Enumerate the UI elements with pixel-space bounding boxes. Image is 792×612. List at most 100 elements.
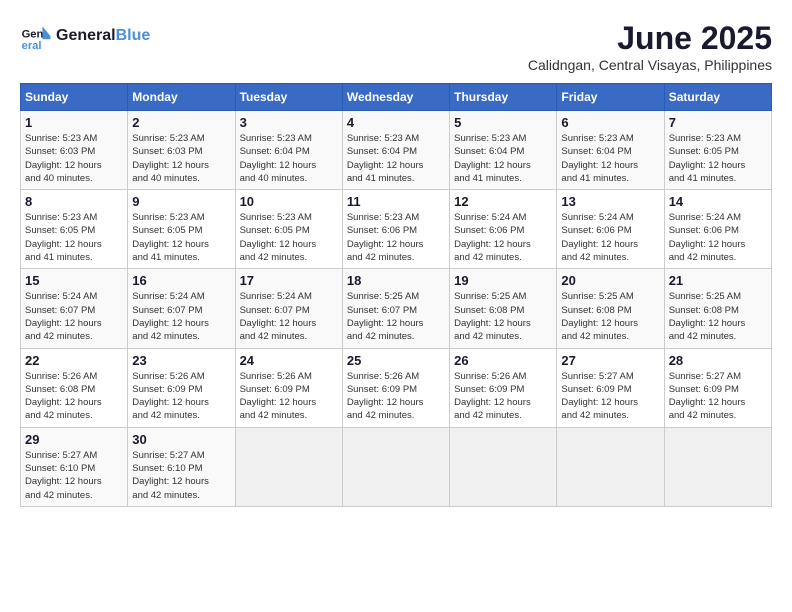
day-number: 1 bbox=[25, 115, 123, 130]
calendar-table: Sunday Monday Tuesday Wednesday Thursday… bbox=[20, 83, 772, 507]
table-row: 20 Sunrise: 5:25 AM Sunset: 6:08 PM Dayli… bbox=[557, 269, 664, 348]
table-row: 27Sunrise: 5:27 AM Sunset: 6:09 PM Dayli… bbox=[557, 348, 664, 427]
day-info: Sunrise: 5:26 AM Sunset: 6:09 PM Dayligh… bbox=[132, 370, 230, 423]
svg-text:Gen: Gen bbox=[22, 29, 44, 41]
day-info: Sunrise: 5:27 AM Sunset: 6:09 PM Dayligh… bbox=[669, 370, 767, 423]
day-number: 12 bbox=[454, 194, 552, 209]
table-row: 13 Sunrise: 5:24 AM Sunset: 6:06 PM Dayli… bbox=[557, 190, 664, 269]
day-number: 26 bbox=[454, 353, 552, 368]
table-row: 14 Sunrise: 5:24 AM Sunset: 6:06 PM Dayli… bbox=[664, 190, 771, 269]
calendar-week-row: 15 Sunrise: 5:24 AM Sunset: 6:07 PM Dayli… bbox=[21, 269, 772, 348]
table-row: 2 Sunrise: 5:23 AM Sunset: 6:03 PM Daylig… bbox=[128, 111, 235, 190]
day-info: Sunrise: 5:25 AM Sunset: 6:07 PM Dayligh… bbox=[347, 290, 445, 343]
table-row: 1 Sunrise: 5:23 AM Sunset: 6:03 PM Daylig… bbox=[21, 111, 128, 190]
day-number: 28 bbox=[669, 353, 767, 368]
day-number: 11 bbox=[347, 194, 445, 209]
day-info: Sunrise: 5:26 AM Sunset: 6:09 PM Dayligh… bbox=[454, 370, 552, 423]
table-row: 4Sunrise: 5:23 AM Sunset: 6:04 PM Daylig… bbox=[342, 111, 449, 190]
table-row: 29Sunrise: 5:27 AM Sunset: 6:10 PM Dayli… bbox=[21, 427, 128, 506]
day-info: Sunrise: 5:23 AM Sunset: 6:04 PM Dayligh… bbox=[240, 132, 338, 185]
day-info: Sunrise: 5:23 AM Sunset: 6:05 PM Dayligh… bbox=[25, 211, 123, 264]
header-sunday: Sunday bbox=[21, 84, 128, 111]
table-row: 12Sunrise: 5:24 AM Sunset: 6:06 PM Dayli… bbox=[450, 190, 557, 269]
day-info: Sunrise: 5:27 AM Sunset: 6:10 PM Dayligh… bbox=[132, 449, 230, 502]
day-number: 9 bbox=[132, 194, 230, 209]
table-row: 19 Sunrise: 5:25 AM Sunset: 6:08 PM Dayli… bbox=[450, 269, 557, 348]
table-row: 15Sunrise: 5:24 AM Sunset: 6:07 PM Dayli… bbox=[21, 269, 128, 348]
table-row bbox=[664, 427, 771, 506]
day-info: Sunrise: 5:26 AM Sunset: 6:09 PM Dayligh… bbox=[347, 370, 445, 423]
calendar-week-row: 8Sunrise: 5:23 AM Sunset: 6:05 PM Daylig… bbox=[21, 190, 772, 269]
table-row: 11 Sunrise: 5:23 AM Sunset: 6:06 PM Dayli… bbox=[342, 190, 449, 269]
day-number: 6 bbox=[561, 115, 659, 130]
page-header: Gen eral GeneralBlue June 2025 Calidngan… bbox=[20, 20, 772, 73]
day-number: 20 bbox=[561, 273, 659, 288]
location-subtitle: Calidngan, Central Visayas, Philippines bbox=[528, 57, 772, 73]
logo-icon: Gen eral bbox=[20, 20, 52, 52]
day-info: Sunrise: 5:25 AM Sunset: 6:08 PM Dayligh… bbox=[669, 290, 767, 343]
table-row: 24 Sunrise: 5:26 AM Sunset: 6:09 PM Dayli… bbox=[235, 348, 342, 427]
logo-general: General bbox=[56, 27, 116, 44]
day-number: 22 bbox=[25, 353, 123, 368]
day-info: Sunrise: 5:23 AM Sunset: 6:05 PM Dayligh… bbox=[669, 132, 767, 185]
day-number: 13 bbox=[561, 194, 659, 209]
table-row: 10 Sunrise: 5:23 AM Sunset: 6:05 PM Dayli… bbox=[235, 190, 342, 269]
day-number: 19 bbox=[454, 273, 552, 288]
day-number: 7 bbox=[669, 115, 767, 130]
table-row: 16 Sunrise: 5:24 AM Sunset: 6:07 PM Dayli… bbox=[128, 269, 235, 348]
table-row bbox=[342, 427, 449, 506]
day-info: Sunrise: 5:23 AM Sunset: 6:06 PM Dayligh… bbox=[347, 211, 445, 264]
table-row: 23 Sunrise: 5:26 AM Sunset: 6:09 PM Dayli… bbox=[128, 348, 235, 427]
day-number: 3 bbox=[240, 115, 338, 130]
calendar-week-row: 22 Sunrise: 5:26 AM Sunset: 6:08 PM Dayli… bbox=[21, 348, 772, 427]
day-number: 17 bbox=[240, 273, 338, 288]
calendar-week-row: 29Sunrise: 5:27 AM Sunset: 6:10 PM Dayli… bbox=[21, 427, 772, 506]
day-number: 23 bbox=[132, 353, 230, 368]
day-info: Sunrise: 5:26 AM Sunset: 6:08 PM Dayligh… bbox=[25, 370, 123, 423]
month-title: June 2025 bbox=[528, 20, 772, 57]
svg-text:eral: eral bbox=[22, 40, 42, 52]
table-row: 6 Sunrise: 5:23 AM Sunset: 6:04 PM Daylig… bbox=[557, 111, 664, 190]
day-info: Sunrise: 5:26 AM Sunset: 6:09 PM Dayligh… bbox=[240, 370, 338, 423]
header-monday: Monday bbox=[128, 84, 235, 111]
calendar-week-row: 1 Sunrise: 5:23 AM Sunset: 6:03 PM Daylig… bbox=[21, 111, 772, 190]
day-number: 14 bbox=[669, 194, 767, 209]
day-info: Sunrise: 5:24 AM Sunset: 6:06 PM Dayligh… bbox=[561, 211, 659, 264]
title-block: June 2025 Calidngan, Central Visayas, Ph… bbox=[528, 20, 772, 73]
day-info: Sunrise: 5:27 AM Sunset: 6:09 PM Dayligh… bbox=[561, 370, 659, 423]
table-row bbox=[450, 427, 557, 506]
calendar-header-row: Sunday Monday Tuesday Wednesday Thursday… bbox=[21, 84, 772, 111]
day-info: Sunrise: 5:23 AM Sunset: 6:04 PM Dayligh… bbox=[454, 132, 552, 185]
header-saturday: Saturday bbox=[664, 84, 771, 111]
day-info: Sunrise: 5:23 AM Sunset: 6:05 PM Dayligh… bbox=[240, 211, 338, 264]
table-row: 28 Sunrise: 5:27 AM Sunset: 6:09 PM Dayli… bbox=[664, 348, 771, 427]
table-row bbox=[557, 427, 664, 506]
day-number: 2 bbox=[132, 115, 230, 130]
table-row bbox=[235, 427, 342, 506]
header-friday: Friday bbox=[557, 84, 664, 111]
table-row: 21 Sunrise: 5:25 AM Sunset: 6:08 PM Dayli… bbox=[664, 269, 771, 348]
day-info: Sunrise: 5:25 AM Sunset: 6:08 PM Dayligh… bbox=[561, 290, 659, 343]
table-row: 22 Sunrise: 5:26 AM Sunset: 6:08 PM Dayli… bbox=[21, 348, 128, 427]
table-row: 17Sunrise: 5:24 AM Sunset: 6:07 PM Dayli… bbox=[235, 269, 342, 348]
table-row: 18 Sunrise: 5:25 AM Sunset: 6:07 PM Dayli… bbox=[342, 269, 449, 348]
day-info: Sunrise: 5:23 AM Sunset: 6:03 PM Dayligh… bbox=[132, 132, 230, 185]
day-info: Sunrise: 5:24 AM Sunset: 6:07 PM Dayligh… bbox=[132, 290, 230, 343]
day-number: 24 bbox=[240, 353, 338, 368]
table-row: 26 Sunrise: 5:26 AM Sunset: 6:09 PM Dayli… bbox=[450, 348, 557, 427]
day-number: 5 bbox=[454, 115, 552, 130]
day-number: 16 bbox=[132, 273, 230, 288]
day-number: 10 bbox=[240, 194, 338, 209]
day-info: Sunrise: 5:24 AM Sunset: 6:06 PM Dayligh… bbox=[669, 211, 767, 264]
day-info: Sunrise: 5:23 AM Sunset: 6:03 PM Dayligh… bbox=[25, 132, 123, 185]
table-row: 25Sunrise: 5:26 AM Sunset: 6:09 PM Dayli… bbox=[342, 348, 449, 427]
day-info: Sunrise: 5:23 AM Sunset: 6:04 PM Dayligh… bbox=[561, 132, 659, 185]
day-info: Sunrise: 5:25 AM Sunset: 6:08 PM Dayligh… bbox=[454, 290, 552, 343]
day-info: Sunrise: 5:23 AM Sunset: 6:04 PM Dayligh… bbox=[347, 132, 445, 185]
table-row: 30Sunrise: 5:27 AM Sunset: 6:10 PM Dayli… bbox=[128, 427, 235, 506]
table-row: 8Sunrise: 5:23 AM Sunset: 6:05 PM Daylig… bbox=[21, 190, 128, 269]
header-wednesday: Wednesday bbox=[342, 84, 449, 111]
day-number: 18 bbox=[347, 273, 445, 288]
day-number: 15 bbox=[25, 273, 123, 288]
day-number: 21 bbox=[669, 273, 767, 288]
